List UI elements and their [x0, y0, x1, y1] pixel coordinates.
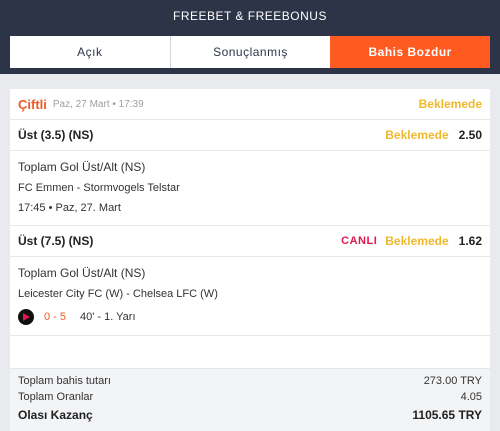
selection-right: CANLI Beklemede 1.62 [341, 234, 482, 248]
tabs-container: Açık Sonuçlanmış Bahis Bozdur [0, 32, 500, 74]
selection-name: Üst (7.5) (NS) [18, 234, 94, 248]
event-details: Toplam Gol Üst/Alt (NS) FC Emmen - Storm… [10, 151, 490, 226]
match-teams[interactable]: Leicester City FC (W) - Chelsea LFC (W) [18, 285, 482, 303]
bet-slip-card: Çiftli Paz, 27 Mart • 17:39 Beklemede Üs… [10, 89, 490, 431]
tab-open[interactable]: Açık [10, 36, 170, 68]
stake-value: 273.00 TRY [423, 375, 482, 387]
play-icon[interactable] [18, 309, 34, 325]
live-score-row: 0 - 5 40' - 1. Yarı [18, 307, 482, 327]
total-odds-value: 4.05 [460, 391, 482, 403]
market-name: Toplam Gol Üst/Alt (NS) [18, 160, 146, 174]
stake-label: Toplam bahis tutarı [18, 375, 111, 387]
selection-status: Beklemede [385, 128, 449, 142]
stake-row: Toplam bahis tutarı 273.00 TRY [18, 373, 482, 389]
match-time: 17:45 • Paz, 27. Mart [18, 202, 121, 214]
match-teams[interactable]: FC Emmen - Stormvogels Telstar [18, 179, 482, 197]
bet-header: Çiftli Paz, 27 Mart • 17:39 Beklemede [10, 89, 490, 120]
play-triangle-icon [23, 313, 30, 321]
bet-summary: Toplam bahis tutarı 273.00 TRY Toplam Or… [10, 368, 490, 431]
live-score: 0 - 5 [44, 311, 67, 323]
live-badge: CANLI [341, 235, 378, 247]
total-odds-label: Toplam Oranlar [18, 391, 94, 403]
event-details: Toplam Gol Üst/Alt (NS) Leicester City F… [10, 257, 490, 336]
tab-settled[interactable]: Sonuçlanmış [169, 36, 331, 68]
header-bar: FREEBET & FREEBONUS [0, 0, 500, 32]
selection-right: Beklemede 2.50 [385, 128, 482, 142]
bet-type-label: Çiftli [18, 96, 47, 112]
tab-bar: Açık Sonuçlanmış Bahis Bozdur [10, 36, 491, 68]
potential-win-label: Olası Kazanç [18, 408, 93, 422]
match-minute: 40' - 1. Yarı [80, 311, 136, 323]
potential-win-row: Olası Kazanç 1105.65 TRY [18, 405, 482, 425]
total-odds-row: Toplam Oranlar 4.05 [18, 389, 482, 405]
tab-cashout[interactable]: Bahis Bozdur [330, 36, 491, 68]
potential-win-value: 1105.65 TRY [412, 408, 482, 422]
selection-row: Üst (3.5) (NS) Beklemede 2.50 [10, 120, 490, 151]
market-name: Toplam Gol Üst/Alt (NS) [18, 266, 146, 280]
selection-row: Üst (7.5) (NS) CANLI Beklemede 1.62 [10, 226, 490, 257]
selection-name: Üst (3.5) (NS) [18, 128, 94, 142]
page-title: FREEBET & FREEBONUS [173, 9, 327, 23]
bet-status-badge: Beklemede [418, 97, 482, 111]
selection-odds: 1.62 [458, 234, 482, 248]
bet-date: Paz, 27 Mart • 17:39 [52, 98, 144, 110]
selection-odds: 2.50 [458, 128, 482, 142]
selection-status: Beklemede [385, 234, 449, 248]
